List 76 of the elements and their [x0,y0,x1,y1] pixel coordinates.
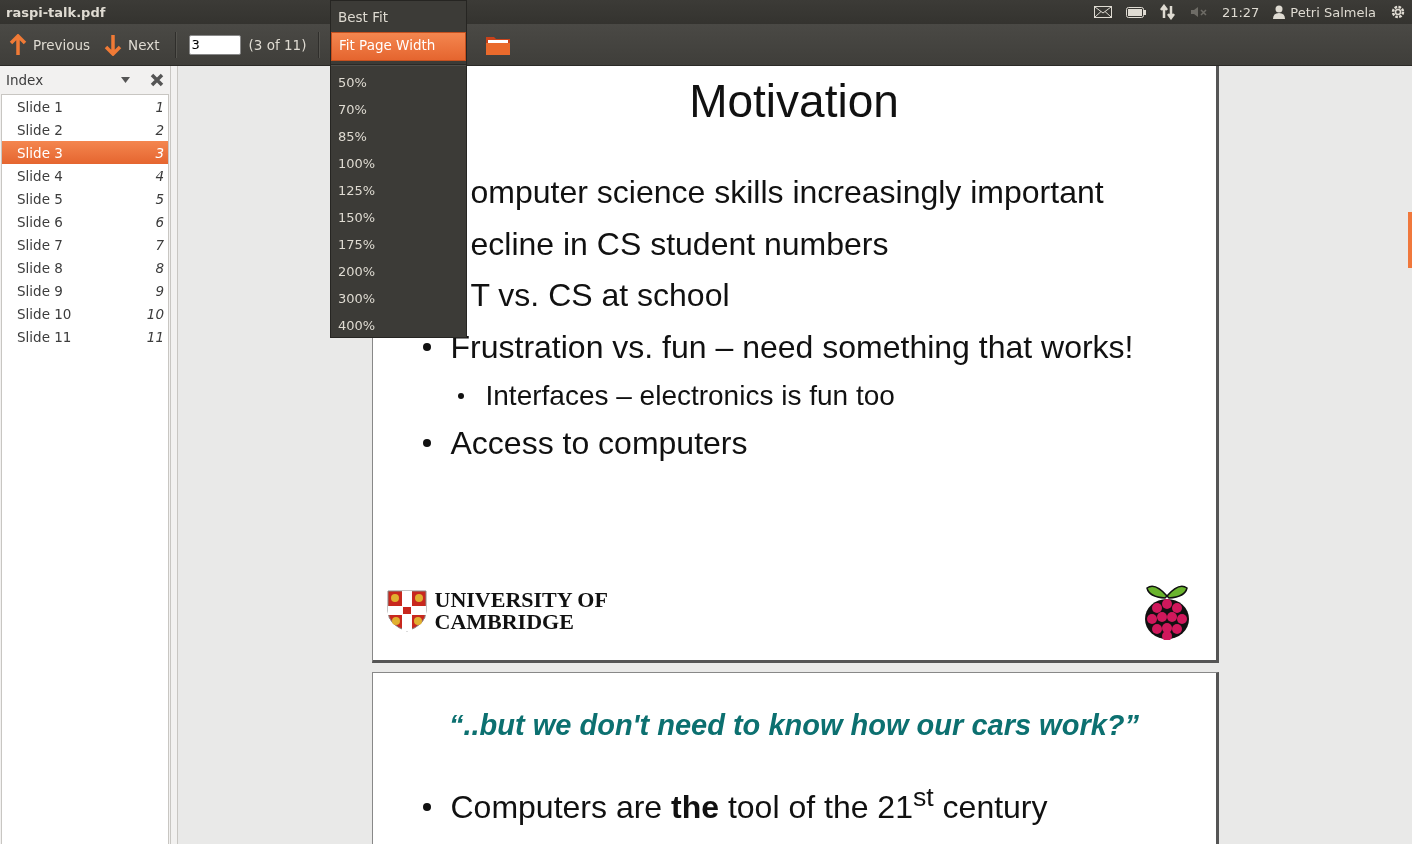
zoom-menu-item[interactable]: 300% [331,286,466,313]
page-number: 10 [146,305,164,322]
raspberry-icon [1142,582,1191,640]
page-number: 3 [155,144,164,161]
slide-label: Slide 7 [17,236,64,253]
slide-quote: “..but we don't need to know how our cars work?” [447,709,1140,742]
network-icon[interactable] [1159,4,1176,20]
slide-label: Slide 3 [17,144,64,161]
clock[interactable]: 21:27 [1221,4,1260,20]
window-title: raspi-talk.pdf [6,4,106,20]
bullet-icon [457,393,464,399]
close-icon[interactable] [150,72,164,87]
slide-list-item[interactable]: Slide 6 6 [2,210,168,233]
page-number: 11 [146,328,164,345]
page-number: 6 [155,213,164,230]
slide-list-item[interactable]: Slide 1 1 [2,95,168,118]
zoom-menu-item[interactable]: 175% [331,232,466,259]
gear-icon[interactable] [1390,4,1406,20]
page-number: 7 [155,236,164,253]
page-number-field[interactable]: 3 [188,34,241,55]
slide-label: Slide 8 [17,259,64,276]
slide-label: Slide 2 [17,121,64,138]
zoom-menu-item[interactable]: 85% [331,124,466,151]
zoom-menu-item[interactable]: 50% [331,70,466,97]
slide-list-item[interactable]: Slide 7 7 [2,233,168,256]
slide-list-item[interactable]: Slide 4 4 [2,164,168,187]
slide-label: Slide 1 [17,98,64,115]
slide-label: Slide 4 [17,167,64,184]
page-number: 2 [155,121,164,138]
slide-list-item[interactable]: Slide 5 5 [2,187,168,210]
dropdown-caret-icon[interactable] [121,76,130,83]
panel-title: Index [6,71,45,88]
bullet-icon [422,439,431,447]
zoom-menu-item[interactable]: 150% [331,205,466,232]
next-button[interactable]: Next [101,31,163,58]
zoom-menu-item[interactable]: 100% [331,151,466,178]
bullet-text: Access to computers [450,425,748,462]
slide-list-item[interactable]: Slide 10 10 [2,302,168,325]
previous-button[interactable]: Previous [6,31,94,58]
page-number: 5 [155,190,164,207]
slide-label: Slide 5 [17,190,64,207]
zoom-menu-item[interactable]: 200% [331,259,466,286]
page-number: 1 [155,98,164,115]
crest-icon [386,590,427,632]
slide-list-item[interactable]: Slide 9 9 [2,279,168,302]
bullet-icon [422,342,431,351]
bullet-icon [422,802,431,811]
up-arrow-icon [9,33,27,56]
user-name[interactable]: Petri Salmela [1290,4,1376,20]
zoom-menu-item[interactable]: 70% [331,97,466,124]
bullet-text: Frustration vs. fun – need something that works! [450,328,1134,366]
slide-list-item[interactable]: Slide 2 2 [2,118,168,141]
bullet-text: T vs. CS at school [470,277,730,314]
page-number: 4 [155,167,164,184]
user-icon [1273,5,1286,19]
slide-label: Slide 9 [17,282,64,299]
down-arrow-icon [104,33,123,56]
slide-list-item[interactable]: Slide 8 8 [2,256,168,279]
zoom-menu-item[interactable]: Best Fit [331,5,466,32]
slide-label: Slide 6 [17,213,64,230]
zoom-menu-item[interactable]: 125% [331,178,466,205]
bullet-text: ecline in CS student numbers [470,225,889,263]
page-count: (3 of 11) [248,36,307,53]
bullet-text: omputer science skills increasingly important [470,174,1104,211]
bullet-text: Computers are the tool of the 21$^{st}$ century [450,782,1048,826]
slide-title: Motivation [689,74,899,128]
mail-icon[interactable] [1093,6,1112,18]
slide-label: Slide 10 [17,305,73,322]
logo-text: CAMBRIDGE [434,611,575,633]
battery-icon[interactable] [1125,6,1146,18]
bullet-text: Interfaces – electronics is fun too [485,380,895,412]
logo-text: UNIVERSITY OF [434,589,608,611]
page-number: 8 [155,259,164,276]
slide-list-item[interactable]: Slide 11 11 [2,325,168,348]
slide-label: Slide 11 [17,328,73,345]
page-number: 9 [155,282,164,299]
